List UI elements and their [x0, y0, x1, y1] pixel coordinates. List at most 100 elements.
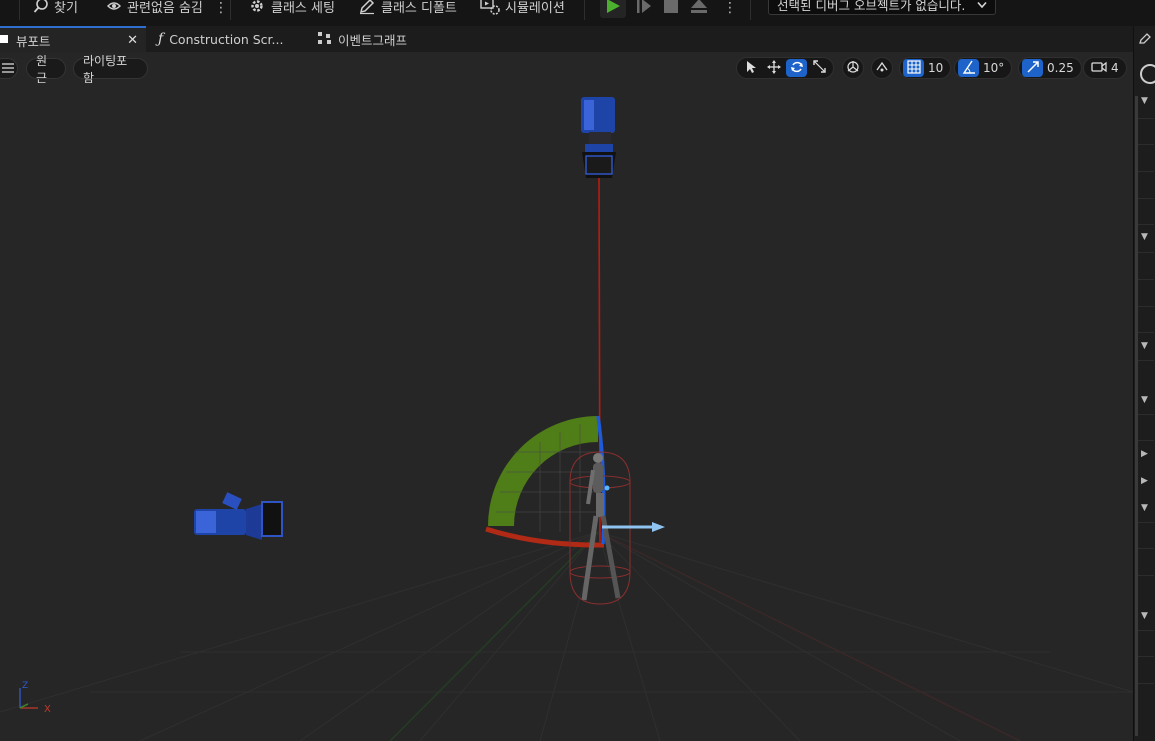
collapse-arrow-icon[interactable]: ▼ — [1141, 611, 1148, 621]
select-mode-button[interactable] — [740, 59, 761, 77]
surface-snap-button[interactable] — [871, 57, 893, 79]
camera-speed-button[interactable]: 4 — [1083, 57, 1127, 79]
event-graph-icon — [318, 31, 332, 47]
panel-row-divider — [1136, 252, 1154, 253]
toolbar-separator — [19, 0, 20, 20]
class-settings-button[interactable]: 클래스 세팅 — [248, 0, 335, 16]
viewport-scene: X Z — [0, 97, 1133, 741]
panel-row-divider — [1136, 224, 1154, 225]
view-mode-button[interactable]: 원근 — [26, 54, 66, 85]
translate-mode-button[interactable] — [763, 59, 784, 77]
details-panel-edge: ▼ ▼ ▼ ▼ ▶ ▶ ▼ ▼ — [1133, 26, 1155, 741]
tab-event-graph[interactable]: 이벤트그래프 — [318, 26, 458, 52]
panel-row-divider — [1136, 414, 1154, 415]
camera-top[interactable] — [581, 97, 616, 178]
panel-row-divider — [1136, 440, 1154, 441]
search-icon[interactable] — [1140, 64, 1155, 84]
angle-icon — [962, 60, 976, 77]
panel-row-divider — [1136, 306, 1154, 307]
collapse-arrow-icon[interactable]: ▼ — [1141, 503, 1148, 513]
rotation-gizmo[interactable] — [485, 415, 606, 548]
panel-row-divider — [1136, 656, 1154, 657]
gear-icon — [248, 0, 266, 15]
viewport-tab-icon — [0, 33, 10, 48]
scale-icon — [813, 60, 826, 76]
grid-snap-value[interactable]: 10 — [926, 61, 947, 75]
eject-icon — [690, 0, 708, 17]
expand-arrow-icon[interactable]: ▶ — [1141, 449, 1148, 459]
forward-arrow — [602, 522, 665, 532]
tab-construction-script-label: Construction Scr... — [169, 31, 284, 47]
panel-row-divider — [1136, 144, 1154, 145]
tab-viewport-label: 뷰포트 — [16, 33, 51, 49]
camera-speed-value: 4 — [1111, 61, 1119, 75]
collapse-arrow-icon[interactable]: ▼ — [1141, 395, 1148, 405]
skip-frame-icon — [636, 0, 652, 17]
simulation-button[interactable]: 시뮬레이션 — [480, 0, 565, 16]
move-icon — [766, 59, 781, 77]
panel-scrollbar[interactable] — [1135, 96, 1138, 736]
lighting-mode-label: 라이팅포함 — [83, 53, 128, 85]
find-label: 찾기 — [54, 0, 78, 16]
class-settings-label: 클래스 세팅 — [271, 0, 335, 16]
grid-snap-toggle[interactable] — [903, 59, 924, 77]
panel-row-divider — [1136, 279, 1154, 280]
play-options-icon[interactable]: ⋮ — [723, 0, 737, 16]
toolbar-separator — [750, 0, 751, 20]
panel-row-divider — [1136, 118, 1154, 119]
grid-axis-red — [597, 531, 1021, 741]
camera-icon — [1087, 61, 1107, 76]
lighting-mode-button[interactable]: 라이팅포함 — [73, 54, 148, 85]
scale-snap-group: 0.25 — [1018, 57, 1082, 79]
hide-unrelated-options-icon[interactable]: ⋮ — [214, 0, 228, 16]
class-defaults-button[interactable]: 클래스 디폴트 — [358, 0, 457, 16]
rotation-snap-value[interactable]: 10° — [981, 61, 1008, 75]
scale-snap-icon — [1026, 60, 1039, 76]
rotation-snap-toggle[interactable] — [958, 59, 979, 77]
tab-viewport[interactable]: 뷰포트 ✕ — [0, 26, 146, 52]
rotate-mode-button[interactable] — [786, 59, 807, 77]
collapse-arrow-icon[interactable]: ▼ — [1141, 341, 1148, 351]
panel-row-divider — [1136, 575, 1154, 576]
scale-snap-value[interactable]: 0.25 — [1045, 61, 1078, 75]
play-icon — [605, 0, 621, 17]
eject-button[interactable] — [686, 0, 712, 18]
function-icon: ƒ — [158, 31, 164, 47]
panel-row-divider — [1136, 360, 1154, 361]
panel-row-divider — [1136, 683, 1154, 684]
find-icon — [33, 0, 49, 14]
panel-row-divider — [1136, 332, 1154, 333]
play-button[interactable] — [600, 0, 626, 18]
rotation-snap-group: 10° — [954, 57, 1013, 79]
panel-row-divider — [1136, 198, 1154, 199]
collapse-arrow-icon[interactable]: ▼ — [1141, 96, 1148, 106]
scale-snap-toggle[interactable] — [1022, 59, 1043, 77]
close-icon[interactable]: ✕ — [127, 33, 138, 48]
collapse-arrow-icon[interactable]: ▼ — [1141, 232, 1148, 242]
surface-snap-icon — [875, 60, 889, 77]
scale-mode-button[interactable] — [809, 59, 830, 77]
transform-mode-group — [736, 57, 834, 79]
blueprint-viewport[interactable]: X Z 원근 라이팅포함 10 10° 0.25 4 — [0, 52, 1133, 741]
tab-construction-script[interactable]: ƒ Construction Scr... — [158, 26, 308, 52]
debug-object-value: 선택된 디버그 오브젝트가 없습니다. — [777, 0, 966, 13]
panel-row-divider — [1136, 522, 1154, 523]
view-mode-label: 원근 — [36, 53, 48, 85]
tab-event-graph-label: 이벤트그래프 — [338, 32, 408, 48]
edit-icon[interactable] — [1138, 32, 1152, 47]
expand-arrow-icon[interactable]: ▶ — [1141, 476, 1148, 486]
class-defaults-label: 클래스 디폴트 — [381, 0, 457, 16]
hide-unrelated-button[interactable]: 관련없음 숨김 — [106, 0, 203, 16]
world-local-icon — [846, 60, 860, 77]
camera-left[interactable] — [194, 492, 283, 540]
find-button[interactable]: 찾기 — [33, 0, 78, 16]
main-toolbar: 찾기 관련없음 숨김 ⋮ 클래스 세팅 클래스 디폴트 시뮬레이션 ⋮ 선택된 … — [0, 0, 1155, 24]
editor-tab-bar: 뷰포트 ✕ ƒ Construction Scr... 이벤트그래프 — [0, 26, 1133, 52]
coordinate-system-button[interactable] — [842, 57, 864, 79]
svg-text:X: X — [44, 704, 51, 715]
advance-frame-button[interactable] — [631, 0, 657, 18]
stop-button[interactable] — [658, 0, 684, 18]
debug-object-select[interactable]: 선택된 디버그 오브젝트가 없습니다. — [768, 0, 996, 15]
stop-icon — [664, 0, 678, 16]
hide-unrelated-icon — [106, 0, 122, 14]
